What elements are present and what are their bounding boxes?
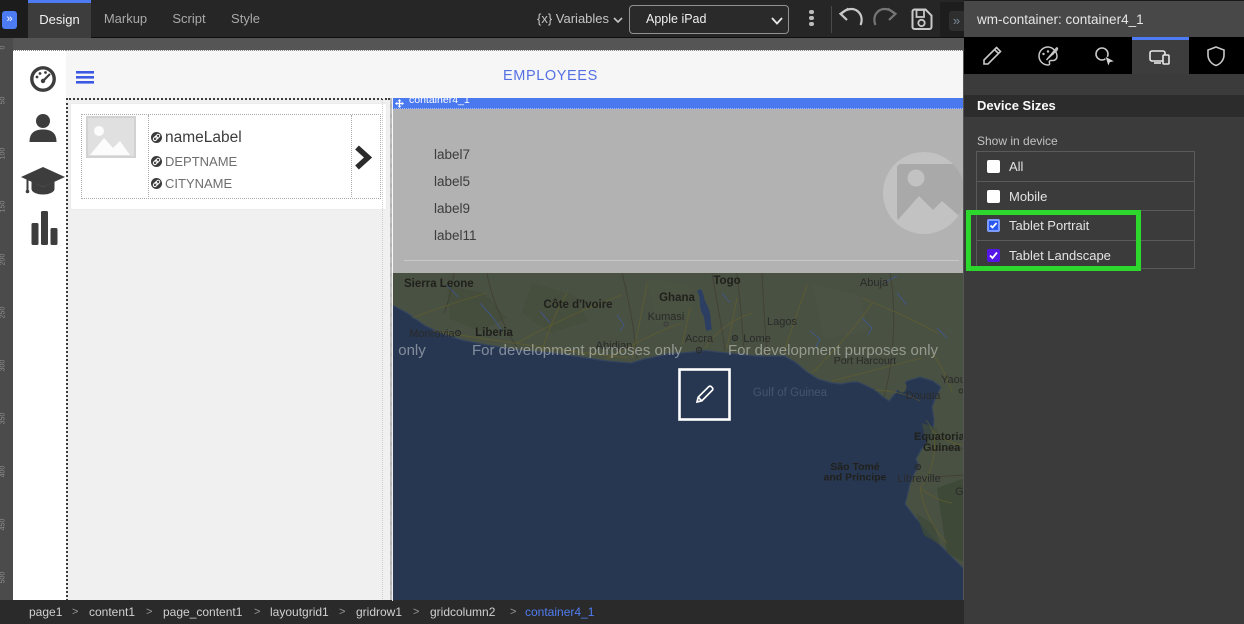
svg-text:Libreville: Libreville bbox=[897, 473, 940, 485]
svg-text:and Príncipe: and Príncipe bbox=[823, 472, 886, 484]
svg-text:Yaound: Yaound bbox=[941, 374, 963, 386]
svg-text:Togo: Togo bbox=[713, 275, 740, 287]
svg-text:Guinea: Guinea bbox=[923, 442, 961, 454]
svg-text:Accra: Accra bbox=[685, 333, 714, 345]
svg-text:Côte d'Ivoire: Côte d'Ivoire bbox=[543, 299, 612, 311]
svg-text:only: only bbox=[398, 342, 426, 359]
svg-text:Ghana: Ghana bbox=[659, 292, 695, 304]
svg-text:Gulf of Guinea: Gulf of Guinea bbox=[753, 387, 828, 399]
svg-text:Abuja: Abuja bbox=[860, 277, 889, 289]
svg-text:For development purposes only: For development purposes only bbox=[472, 342, 683, 359]
svg-text:Douala: Douala bbox=[906, 390, 942, 402]
svg-text:Ga: Ga bbox=[955, 486, 963, 498]
svg-text:Liberia: Liberia bbox=[475, 327, 513, 339]
svg-text:Monrovia: Monrovia bbox=[409, 328, 455, 340]
svg-text:Sierra Leone: Sierra Leone bbox=[404, 278, 474, 290]
svg-text:For development purposes only: For development purposes only bbox=[728, 342, 939, 359]
svg-text:Kumasi: Kumasi bbox=[648, 311, 685, 323]
svg-text:Lagos: Lagos bbox=[767, 316, 797, 328]
